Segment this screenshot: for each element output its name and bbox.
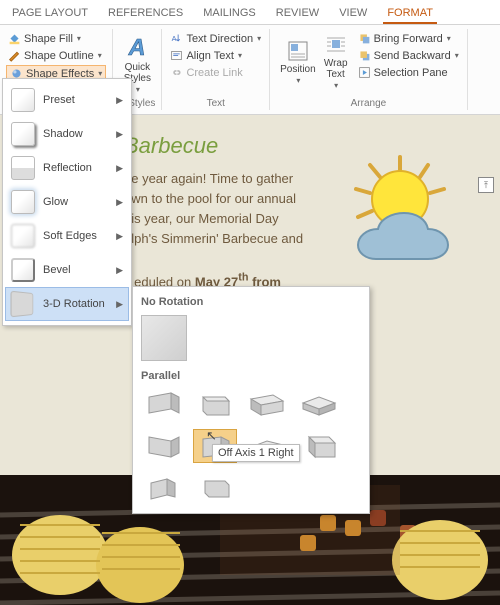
menu-shadow[interactable]: Shadow▶: [5, 117, 129, 151]
send-backward-button[interactable]: Send Backward▾: [356, 48, 461, 63]
preset-icon: [11, 88, 35, 112]
tab-view[interactable]: VIEW: [335, 4, 371, 24]
create-link-label: Create Link: [186, 67, 242, 79]
shadow-icon: [11, 122, 35, 146]
menu-soft-edges[interactable]: Soft Edges▶: [5, 219, 129, 253]
doc-body: ne year again! Time to gather own to the…: [124, 169, 354, 292]
sun-cloud-clipart[interactable]: [340, 151, 460, 261]
menu-bevel[interactable]: Bevel▶: [5, 253, 129, 287]
text-group-label: Text: [168, 98, 263, 109]
menu-3d-rotation[interactable]: 3-D Rotation▶: [5, 287, 129, 321]
align-text-label: Align Text: [186, 50, 234, 62]
rotation-thumb-10[interactable]: [193, 471, 237, 505]
text-direction-icon: A: [170, 32, 183, 45]
menu-reflection[interactable]: Reflection▶: [5, 151, 129, 185]
selection-pane-button[interactable]: Selection Pane: [356, 65, 461, 80]
svg-text:A: A: [172, 34, 177, 43]
rotation-thumb-3[interactable]: [245, 387, 289, 421]
tab-references[interactable]: REFERENCES: [104, 4, 187, 24]
position-button[interactable]: Position▾: [276, 31, 320, 92]
send-backward-icon: [358, 49, 371, 62]
section-parallel: Parallel: [139, 367, 363, 385]
menu-preset[interactable]: Preset▶: [5, 83, 129, 117]
shape-fill-button[interactable]: Shape Fill▾: [6, 31, 106, 46]
selection-pane-label: Selection Pane: [374, 67, 448, 79]
bring-forward-button[interactable]: Bring Forward▾: [356, 31, 461, 46]
section-no-rotation: No Rotation: [139, 293, 363, 311]
align-text-icon: [170, 49, 183, 62]
selection-pane-icon: [358, 66, 371, 79]
link-icon: [170, 66, 183, 79]
wrap-text-label: Wrap Text: [324, 58, 348, 80]
position-label: Position: [280, 64, 316, 75]
tab-review[interactable]: REVIEW: [272, 4, 323, 24]
rotation-thumb-2[interactable]: [193, 387, 237, 421]
create-link-button[interactable]: Create Link: [168, 65, 263, 80]
layout-options-handle[interactable]: ⤒: [478, 177, 494, 193]
bucket-icon: [8, 32, 21, 45]
tab-page-layout[interactable]: PAGE LAYOUT: [8, 4, 92, 24]
rotation-thumb-8[interactable]: [297, 429, 341, 463]
rotation-thumb-4[interactable]: [297, 387, 341, 421]
text-direction-button[interactable]: AText Direction▾: [168, 31, 263, 46]
rotation-thumb-9[interactable]: [141, 471, 185, 505]
wrap-text-icon: [324, 33, 348, 57]
svg-text:A: A: [128, 34, 146, 60]
glow-icon: [11, 190, 35, 214]
softedges-icon: [11, 224, 35, 248]
bring-forward-icon: [358, 32, 371, 45]
reflection-icon: [11, 156, 35, 180]
pencil-icon: [8, 49, 21, 62]
position-icon: [286, 39, 310, 63]
tab-mailings[interactable]: MAILINGS: [199, 4, 260, 24]
rot3d-icon: [10, 291, 33, 318]
rotation-thumb-1[interactable]: [141, 387, 185, 421]
bevel-icon: [11, 258, 35, 282]
shape-fill-label: Shape Fill: [24, 33, 73, 45]
text-direction-label: Text Direction: [186, 33, 253, 45]
rotation-none-thumb[interactable]: [141, 315, 187, 361]
send-backward-label: Send Backward: [374, 50, 451, 62]
menu-glow[interactable]: Glow▶: [5, 185, 129, 219]
wordart-A-icon: A: [123, 33, 151, 61]
shape-effects-menu: Preset▶ Shadow▶ Reflection▶ Glow▶ Soft E…: [2, 78, 132, 326]
tooltip: Off Axis 1 Right: [212, 444, 300, 462]
align-text-button[interactable]: Align Text▾: [168, 48, 263, 63]
arrange-group-label: Arrange: [276, 98, 461, 109]
rotation-thumb-5[interactable]: [141, 429, 185, 463]
bring-forward-label: Bring Forward: [374, 33, 443, 45]
wrap-text-button[interactable]: Wrap Text▾: [320, 31, 352, 92]
tab-format[interactable]: FORMAT: [383, 4, 437, 24]
shape-outline-button[interactable]: Shape Outline▾: [6, 48, 106, 63]
rotation-3d-submenu: No Rotation Parallel: [132, 286, 370, 514]
shape-outline-label: Shape Outline: [24, 50, 94, 62]
